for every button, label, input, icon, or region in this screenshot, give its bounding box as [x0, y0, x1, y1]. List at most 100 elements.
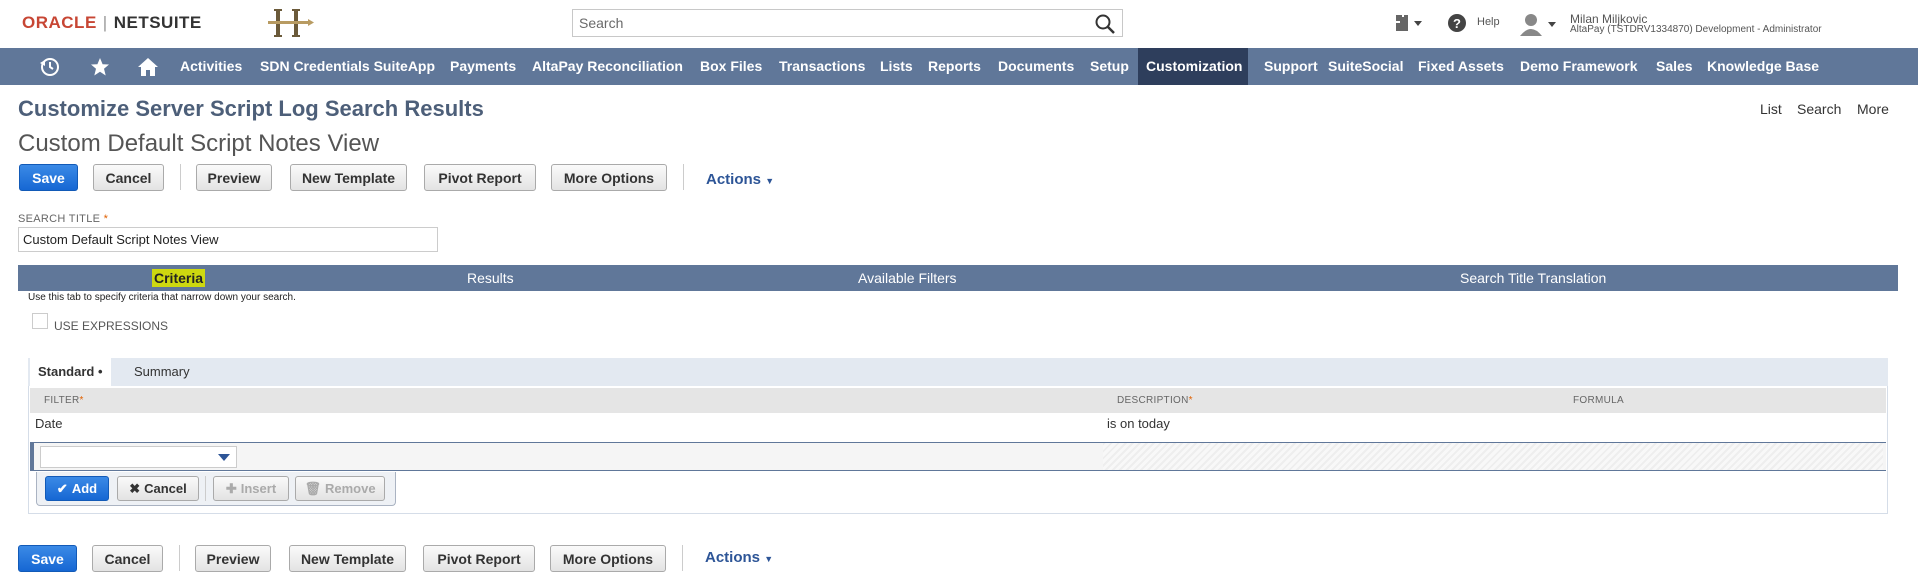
subtab-summary[interactable]: Summary [126, 358, 198, 386]
actions-menu[interactable]: Actions ▼ [706, 171, 774, 188]
required-mark: * [1188, 395, 1193, 406]
new-template-button-bottom[interactable]: New Template [289, 545, 406, 572]
save-button-bottom[interactable]: Save [18, 545, 77, 572]
toolbar-divider [179, 545, 180, 571]
edit-row-indicator [30, 443, 34, 470]
actions-label: Actions [705, 549, 761, 566]
required-mark: * [79, 395, 84, 406]
tab-criteria[interactable]: Criteria [152, 265, 206, 291]
nav-item-activities[interactable]: Activities [172, 48, 250, 85]
close-icon: ✖ [129, 480, 141, 496]
subtab-bar: Standard • Summary [28, 358, 1888, 386]
chevron-down-icon: ▼ [764, 554, 774, 564]
pivot-report-button-bottom[interactable]: Pivot Report [423, 545, 535, 572]
nav-item-fixed-assets[interactable]: Fixed Assets [1410, 48, 1512, 85]
remove-row-label: Remove [324, 481, 376, 496]
search-link[interactable]: Search [1797, 101, 1841, 117]
search-title-label: SEARCH TITLE * [18, 213, 108, 225]
tab-available-filters[interactable]: Available Filters [858, 265, 957, 291]
remove-row-button[interactable]: 🗑 Remove [295, 476, 385, 501]
tab-criteria-label: Criteria [152, 269, 206, 287]
chevron-down-icon: ▼ [765, 176, 775, 186]
filter-select[interactable] [40, 446, 237, 468]
user-avatar-icon[interactable] [1518, 12, 1560, 36]
list-link[interactable]: List [1760, 101, 1782, 117]
criteria-grid-header: FILTER* DESCRIPTION* FORMULA [30, 388, 1886, 413]
cancel-button[interactable]: Cancel [93, 164, 164, 191]
tab-results[interactable]: Results [467, 265, 514, 291]
home-icon[interactable] [128, 48, 168, 85]
toolbar-divider [683, 164, 684, 190]
add-row-button[interactable]: ✔ Add [45, 476, 109, 501]
nav-item-support[interactable]: Support [1256, 48, 1326, 85]
chevron-down-icon[interactable] [218, 454, 230, 462]
new-template-button[interactable]: New Template [290, 164, 407, 191]
column-filter: FILTER* [44, 395, 84, 406]
row-actions-divider [205, 476, 206, 501]
cancel-row-button[interactable]: ✖ Cancel [117, 476, 199, 501]
nav-item-customization[interactable]: Customization [1138, 48, 1248, 85]
nav-item-setup[interactable]: Setup [1082, 48, 1137, 85]
top-header: ORACLE|NETSUITE ? Help Milan Miljkovic A… [0, 0, 1918, 48]
brand-netsuite: NETSUITE [113, 13, 202, 32]
pivot-report-button[interactable]: Pivot Report [424, 164, 536, 191]
row-actions-bar: ✔ Add ✖ Cancel ✚ Insert 🗑 Remove [36, 472, 396, 506]
nav-item-suitesocial[interactable]: SuiteSocial [1320, 48, 1411, 85]
trash-icon: 🗑 [304, 480, 321, 496]
help-link[interactable]: Help [1477, 16, 1500, 28]
global-search-input[interactable] [573, 10, 1073, 36]
row-description-cell[interactable]: is on today [1107, 416, 1170, 431]
search-subtitle: Custom Default Script Notes View [18, 130, 380, 157]
cancel-button-bottom[interactable]: Cancel [92, 545, 163, 572]
more-options-button[interactable]: More Options [551, 164, 667, 191]
actions-label: Actions [706, 171, 762, 188]
add-row-label: Add [71, 481, 98, 496]
more-link[interactable]: More [1857, 101, 1889, 117]
search-title-input[interactable] [18, 227, 438, 252]
subtab-standard[interactable]: Standard • [30, 358, 111, 386]
use-expressions-label: USE EXPRESSIONS [54, 319, 169, 333]
save-button[interactable]: Save [19, 164, 78, 191]
search-icon[interactable] [1094, 13, 1116, 35]
column-description: DESCRIPTION* [1117, 395, 1193, 406]
tab-search-title-translation[interactable]: Search Title Translation [1460, 265, 1606, 291]
nav-item-payments[interactable]: Payments [442, 48, 524, 85]
preview-button[interactable]: Preview [196, 164, 272, 191]
plus-icon: ✚ [225, 480, 237, 496]
help-icon[interactable]: ? [1447, 13, 1467, 33]
nav-item-lists[interactable]: Lists [872, 48, 921, 85]
insert-row-label: Insert [240, 481, 277, 496]
row-filter-cell[interactable]: Date [35, 416, 62, 431]
brand-separator: | [102, 13, 108, 32]
actions-menu-bottom[interactable]: Actions ▼ [705, 549, 773, 566]
cancel-row-label: Cancel [144, 481, 187, 496]
nav-item-transactions[interactable]: Transactions [771, 48, 873, 85]
brand-oracle: ORACLE [22, 13, 97, 32]
use-expressions-checkbox[interactable] [32, 313, 48, 329]
recent-records-icon[interactable] [1394, 12, 1424, 34]
insert-row-button[interactable]: ✚ Insert [213, 476, 289, 501]
nav-item-sales[interactable]: Sales [1648, 48, 1701, 85]
nav-item-altapay-reconciliation[interactable]: AltaPay Reconciliation [524, 48, 691, 85]
column-description-label: DESCRIPTION [1117, 395, 1189, 406]
nav-item-box-files[interactable]: Box Files [692, 48, 770, 85]
oracle-netsuite-logo[interactable]: ORACLE | NETSUITE [22, 13, 202, 33]
favorites-star-icon[interactable] [80, 48, 120, 85]
more-options-button-bottom[interactable]: More Options [550, 545, 666, 572]
column-filter-label: FILTER [44, 395, 80, 406]
preview-button-bottom[interactable]: Preview [195, 545, 271, 572]
main-navigation: Activities SDN Credentials SuiteApp Paym… [0, 48, 1918, 85]
nav-item-demo-framework[interactable]: Demo Framework [1512, 48, 1645, 85]
nav-item-reports[interactable]: Reports [920, 48, 989, 85]
search-title-label-text: SEARCH TITLE [18, 213, 101, 225]
nav-item-documents[interactable]: Documents [990, 48, 1082, 85]
user-account-role[interactable]: AltaPay (TSTDRV1334870) Development - Ad… [1570, 24, 1822, 35]
required-mark: * [103, 213, 109, 225]
recent-history-icon[interactable] [30, 48, 70, 85]
nav-item-knowledge-base[interactable]: Knowledge Base [1699, 48, 1827, 85]
new-criteria-row [30, 442, 1886, 471]
nav-item-sdn-credentials[interactable]: SDN Credentials SuiteApp [252, 48, 443, 85]
global-search[interactable] [572, 9, 1123, 37]
criteria-hint: Use this tab to specify criteria that na… [28, 292, 296, 303]
disabled-cells [1103, 443, 1883, 470]
